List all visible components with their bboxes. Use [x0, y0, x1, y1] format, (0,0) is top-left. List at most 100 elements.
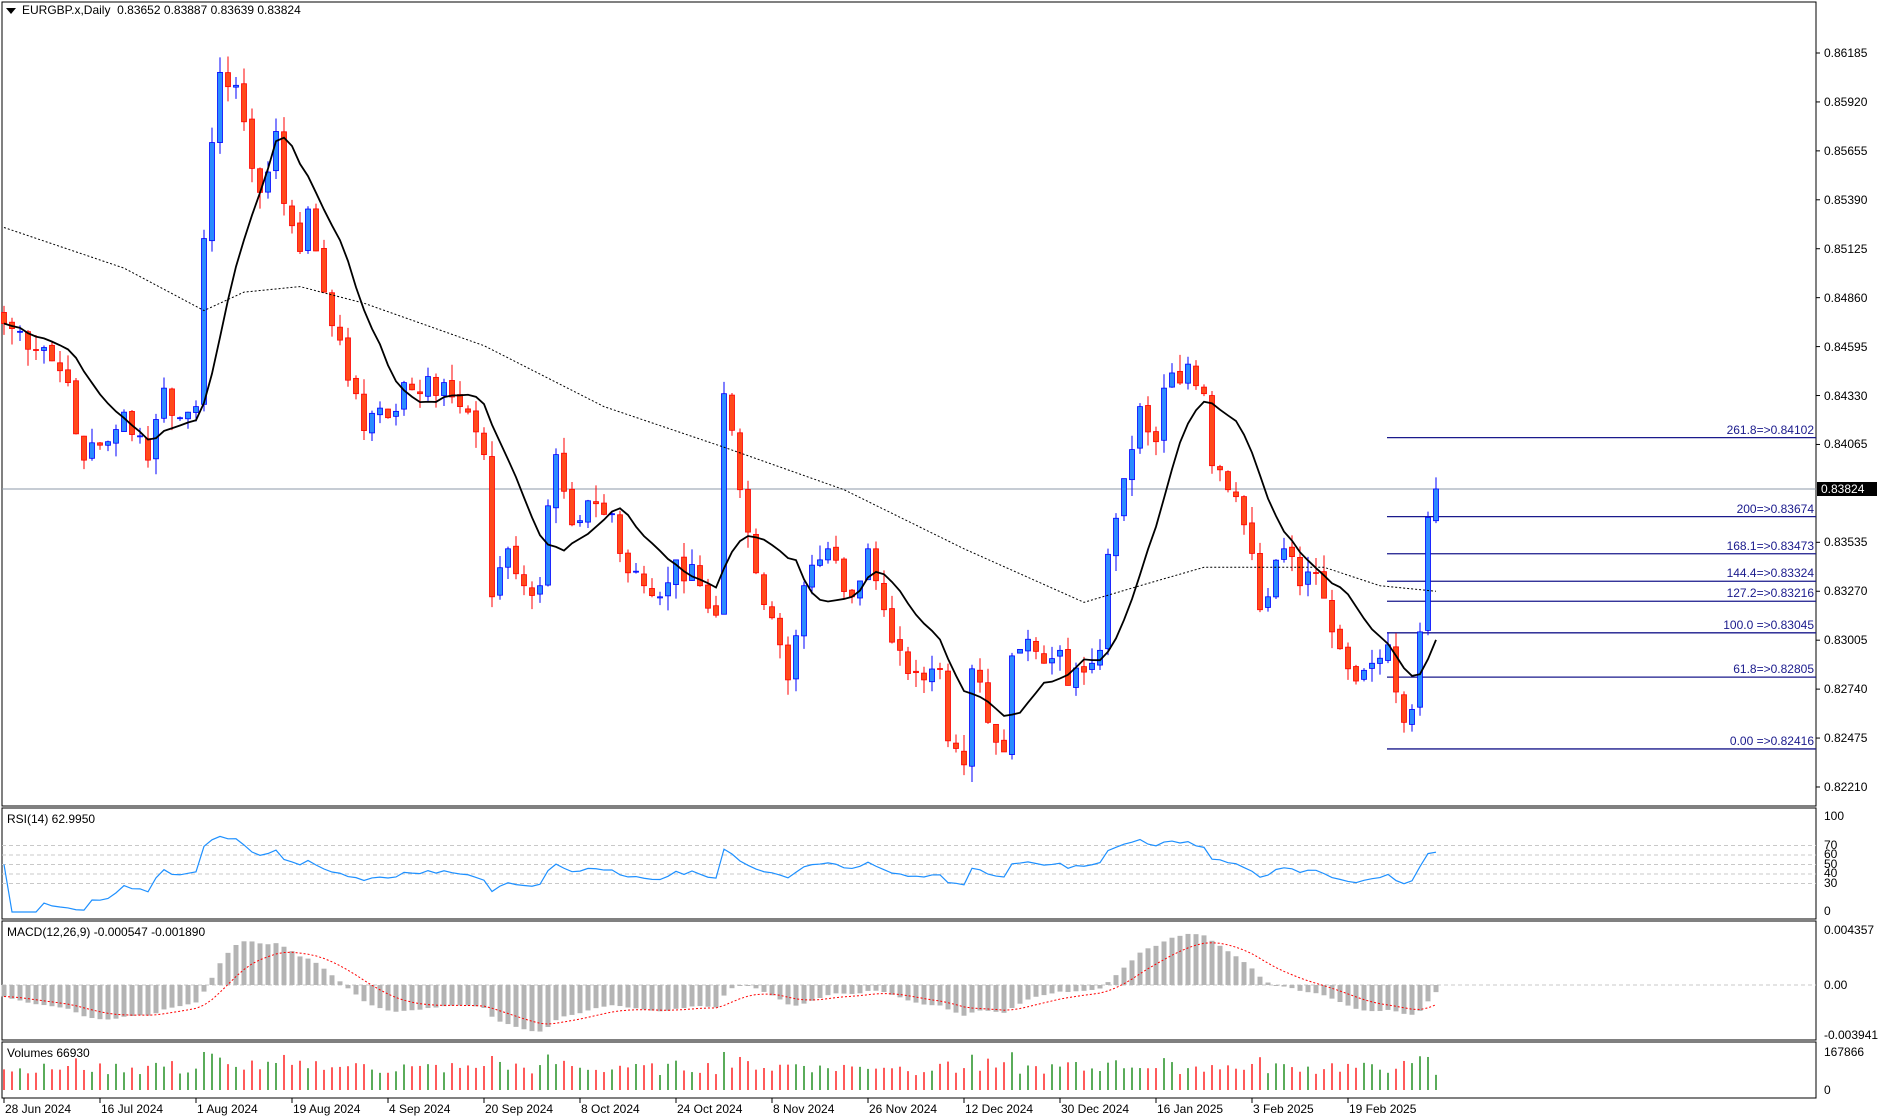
candle-body — [753, 533, 759, 574]
candle — [1401, 691, 1407, 733]
macd-histogram-bar — [385, 985, 391, 1011]
macd-histogram-bar — [161, 985, 167, 1010]
candle — [1425, 511, 1431, 636]
candle — [1193, 360, 1199, 390]
macd-histogram-bar — [185, 985, 191, 1005]
candle-body — [969, 668, 975, 767]
candle-body — [1377, 657, 1383, 664]
candle — [1345, 642, 1351, 680]
candle-body — [1169, 372, 1175, 388]
candle — [721, 381, 727, 615]
rsi-label: RSI(14) 62.9950 — [7, 812, 96, 826]
candle-body — [929, 668, 935, 683]
macd-histogram-bar — [489, 985, 495, 1017]
macd-histogram-bar — [289, 951, 295, 985]
chart-title[interactable]: EURGBP.x,Daily 0.83652 0.83887 0.83639 0… — [6, 4, 301, 17]
candle — [1353, 664, 1359, 685]
price-axis-label: 0.83535 — [1824, 535, 1868, 550]
macd-histogram-bar — [801, 985, 807, 1004]
candle-body — [417, 391, 423, 395]
candle — [185, 411, 191, 429]
macd-histogram-bar — [1089, 985, 1095, 990]
macd-histogram-bar — [297, 956, 303, 985]
candle — [89, 428, 95, 461]
candle-body — [953, 742, 959, 749]
candle-body — [81, 435, 87, 461]
candle-body — [1033, 640, 1039, 652]
candle — [1161, 374, 1167, 453]
volume-axis-label: 167866 — [1824, 1045, 1865, 1059]
date-axis-label: 24 Oct 2024 — [677, 1102, 743, 1116]
candle — [1169, 363, 1175, 388]
macd-histogram-bar — [737, 985, 743, 986]
candle-body — [1257, 553, 1263, 611]
candle-body — [1281, 548, 1287, 560]
macd-histogram-bar — [1009, 985, 1015, 1009]
candle-body — [881, 582, 887, 611]
macd-histogram-bar — [1425, 985, 1431, 1002]
candle — [305, 206, 311, 254]
candle — [833, 535, 839, 564]
candle-body — [1049, 658, 1055, 664]
date-axis-label: 16 Jan 2025 — [1157, 1102, 1224, 1116]
macd-histogram-bar — [625, 985, 631, 1008]
candle — [1201, 384, 1207, 397]
candle-body — [737, 432, 743, 491]
candle-body — [1065, 649, 1071, 686]
candle — [529, 581, 535, 610]
macd-histogram-bar — [585, 985, 591, 1011]
candle — [1017, 648, 1023, 654]
candle-body — [1241, 496, 1247, 526]
price-axis-label: 0.85125 — [1824, 241, 1868, 256]
candle-body — [1145, 405, 1151, 433]
candle-body — [641, 573, 647, 587]
candle — [753, 528, 759, 575]
candle — [441, 378, 447, 406]
macd-histogram-bar — [145, 985, 151, 1016]
macd-histogram-bar — [217, 963, 223, 985]
macd-histogram-bar — [433, 985, 439, 1008]
candle-body — [793, 635, 799, 680]
candle-body — [1193, 365, 1199, 387]
macd-histogram-bar — [1233, 956, 1239, 985]
macd-histogram-bar — [745, 985, 751, 986]
candle-body — [521, 574, 527, 587]
candle — [1185, 356, 1191, 390]
candle-body — [65, 369, 71, 384]
macd-histogram-bar — [65, 985, 71, 1009]
candle-body — [321, 248, 327, 293]
macd-histogram-bar — [1361, 985, 1367, 1011]
candle-body — [177, 417, 183, 420]
macd-histogram-bar — [345, 985, 351, 989]
macd-histogram-bar — [825, 985, 831, 996]
macd-histogram-bar — [953, 985, 959, 1013]
candle — [329, 289, 335, 337]
candle — [1097, 639, 1103, 670]
caret-down-icon[interactable] — [6, 7, 16, 14]
macd-histogram-bar — [553, 985, 559, 1021]
price-axis-label: 0.82740 — [1824, 682, 1868, 697]
candle — [233, 77, 239, 99]
candle-body — [297, 222, 303, 252]
macd-histogram-bar — [313, 962, 319, 985]
candle — [9, 317, 15, 345]
candle — [473, 401, 479, 448]
candle-body — [449, 380, 455, 398]
macd-histogram-bar — [1417, 985, 1423, 1011]
candle — [633, 563, 639, 574]
candle-body — [905, 651, 911, 674]
macd-histogram-bar — [129, 985, 135, 1017]
candle — [497, 555, 503, 600]
candle — [145, 425, 151, 468]
candle — [33, 335, 39, 361]
price-axis-label: 0.84330 — [1824, 388, 1868, 403]
macd-histogram-bar — [449, 985, 455, 1006]
chart-canvas[interactable] — [0, 0, 1880, 1120]
price-axis-label: 0.84860 — [1824, 290, 1868, 305]
candle — [873, 541, 879, 590]
macd-histogram-bar — [993, 985, 999, 1012]
macd-histogram-bar — [1313, 985, 1319, 994]
candle — [857, 580, 863, 606]
macd-histogram-bar — [777, 985, 783, 1000]
candle-body — [1009, 655, 1015, 755]
